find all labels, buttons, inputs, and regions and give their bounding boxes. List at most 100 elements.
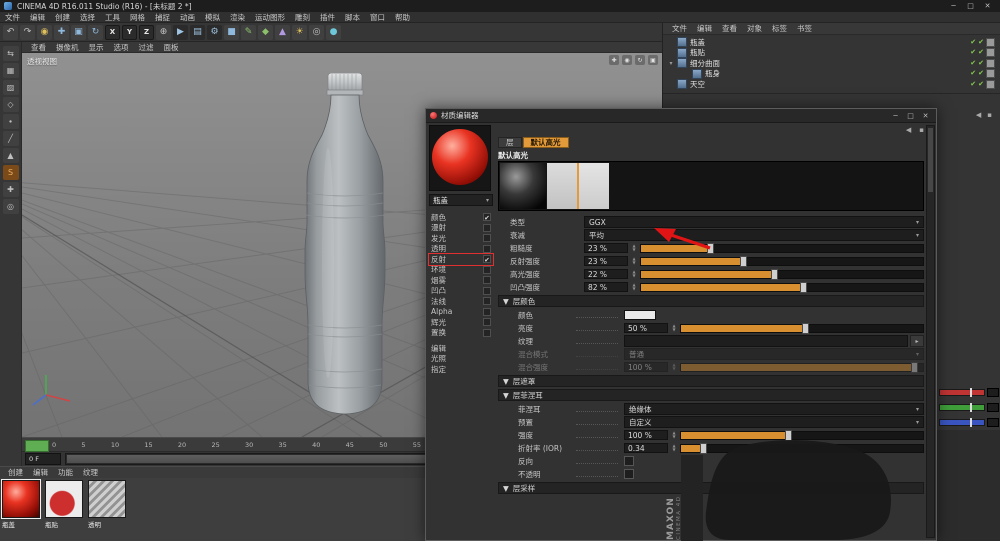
red-value-box[interactable] xyxy=(987,388,999,397)
channel-checkbox[interactable] xyxy=(483,224,491,232)
lock-icon[interactable]: ▪ xyxy=(987,111,992,119)
blue-value-box[interactable] xyxy=(987,418,999,427)
layer-mask-header[interactable]: ▼层遮罩 xyxy=(498,375,924,387)
texture-browse-button[interactable]: ▸ xyxy=(910,335,924,347)
channel-row[interactable]: 烟雾 xyxy=(429,275,493,286)
texture-tag-icon[interactable] xyxy=(986,38,995,47)
slider-track[interactable] xyxy=(640,257,924,266)
channel-checkbox[interactable] xyxy=(483,297,491,305)
menu-item[interactable]: 动画 xyxy=(175,12,200,23)
material-menu-item[interactable]: 创建 xyxy=(3,467,28,478)
stepper[interactable]: ▲▼ xyxy=(630,270,638,278)
object-menu-item[interactable]: 对象 xyxy=(742,23,767,34)
value-field[interactable]: 23 % xyxy=(584,243,628,253)
stepper[interactable]: ▲▼ xyxy=(670,324,678,332)
menu-item[interactable]: 捕捉 xyxy=(150,12,175,23)
channel-checkbox[interactable]: ✔ xyxy=(483,255,491,263)
material-preview-sphere[interactable] xyxy=(429,125,491,191)
type-dropdown[interactable]: GGX ▾ xyxy=(584,216,924,228)
value-field[interactable]: 82 % xyxy=(584,282,628,292)
slider-track[interactable] xyxy=(640,244,924,253)
object-menu-item[interactable]: 文件 xyxy=(667,23,692,34)
value-field[interactable]: 23 % xyxy=(584,256,628,266)
slider-knob[interactable] xyxy=(707,243,714,254)
render-settings-icon[interactable]: ⚙ xyxy=(207,25,222,40)
channel-checkbox[interactable] xyxy=(483,276,491,284)
make-editable-icon[interactable]: ⇆ xyxy=(3,46,19,61)
menu-item[interactable]: 网格 xyxy=(125,12,150,23)
brightness-track[interactable] xyxy=(680,324,924,333)
panel-lock-icon[interactable]: ▪ xyxy=(919,126,924,134)
object-row[interactable]: 天空 ✔ ✔ xyxy=(663,79,1000,90)
attenuation-dropdown[interactable]: 平均 ▾ xyxy=(584,229,924,241)
stepper[interactable]: ▲▼ xyxy=(630,244,638,252)
material-name-field[interactable]: 瓶盖 ▾ xyxy=(429,194,493,206)
material-item[interactable]: 透明 xyxy=(88,480,128,529)
render-picture-viewer-icon[interactable]: ▤ xyxy=(190,25,205,40)
render-check-icon[interactable]: ✔ xyxy=(978,49,984,56)
object-menu-item[interactable]: 编辑 xyxy=(692,23,717,34)
strength-track[interactable] xyxy=(680,431,924,440)
layer-fresnel-header[interactable]: ▼层菲涅耳 xyxy=(498,389,924,401)
viewport-menu-item[interactable]: 过滤 xyxy=(134,42,159,53)
enable-check-icon[interactable]: ✔ xyxy=(970,39,976,46)
material-menu-item[interactable]: 编辑 xyxy=(28,467,53,478)
viewport-menu-item[interactable]: 面板 xyxy=(159,42,184,53)
slider-track[interactable] xyxy=(640,270,924,279)
edges-mode-icon[interactable]: ╱ xyxy=(3,131,19,146)
rotate-view-icon[interactable]: ↻ xyxy=(635,55,645,65)
slider-knob[interactable] xyxy=(785,430,792,441)
menu-item[interactable]: 模拟 xyxy=(200,12,225,23)
brightness-field[interactable]: 50 % xyxy=(624,323,668,333)
value-field[interactable]: 22 % xyxy=(584,269,628,279)
menu-item[interactable]: 文件 xyxy=(0,12,25,23)
channel-row[interactable]: 辉光 xyxy=(429,317,493,328)
preset-dropdown[interactable]: 自定义 ▾ xyxy=(624,416,924,428)
menu-item[interactable]: 插件 xyxy=(315,12,340,23)
red-channel-bar[interactable] xyxy=(939,389,985,396)
channel-row[interactable]: 法线 xyxy=(429,296,493,307)
channel-checkbox[interactable] xyxy=(483,287,491,295)
channel-checkbox[interactable] xyxy=(483,308,491,316)
slider-knob[interactable] xyxy=(800,282,807,293)
green-value-box[interactable] xyxy=(987,403,999,412)
layer-preview-strip[interactable] xyxy=(498,161,924,211)
object-row[interactable]: 瓶盖 ✔ ✔ xyxy=(663,37,1000,48)
material-thumbnail[interactable] xyxy=(88,480,126,518)
scale-tool-icon[interactable]: ▣ xyxy=(71,25,86,40)
me-close-button[interactable]: ✕ xyxy=(919,111,932,120)
current-frame-marker[interactable] xyxy=(25,440,49,452)
add-deformer-icon[interactable]: ▲ xyxy=(275,25,290,40)
object-menu-item[interactable]: 书签 xyxy=(792,23,817,34)
slider-knob[interactable] xyxy=(700,443,707,454)
channel-row[interactable]: 透明 xyxy=(429,244,493,255)
stepper[interactable]: ▲▼ xyxy=(630,257,638,265)
enable-check-icon[interactable]: ✔ xyxy=(970,49,976,56)
menu-item[interactable]: 创建 xyxy=(50,12,75,23)
viewport-menu-item[interactable]: 查看 xyxy=(26,42,51,53)
expand-icon[interactable]: ▾ xyxy=(668,60,674,67)
material-menu-item[interactable]: 纹理 xyxy=(78,467,103,478)
material-editor-scrollbar[interactable] xyxy=(926,125,935,538)
rotate-tool-icon[interactable]: ↻ xyxy=(88,25,103,40)
channel-checkbox[interactable]: ✔ xyxy=(483,213,491,221)
channel-row[interactable]: 置换 xyxy=(429,328,493,339)
stepper[interactable]: ▲▼ xyxy=(670,444,678,452)
back-icon[interactable]: ◀ xyxy=(976,111,981,119)
viewport-menu-item[interactable]: 选项 xyxy=(109,42,134,53)
material-thumbnail[interactable] xyxy=(2,480,40,518)
channel-row[interactable]: 指定 xyxy=(429,364,493,375)
me-minimize-button[interactable]: ─ xyxy=(889,111,902,120)
channel-row[interactable]: 颜色 ✔ xyxy=(429,212,493,223)
menu-item[interactable]: 窗口 xyxy=(365,12,390,23)
redo-icon[interactable]: ↷ xyxy=(20,25,35,40)
maximize-button[interactable]: □ xyxy=(962,1,979,12)
channel-row[interactable]: 漫射 xyxy=(429,223,493,234)
material-menu-item[interactable]: 功能 xyxy=(53,467,78,478)
texture-tag-icon[interactable] xyxy=(986,59,995,68)
snap-icon[interactable]: ◎ xyxy=(3,199,19,214)
object-row[interactable]: ▾ 细分曲面 ✔ ✔ xyxy=(663,58,1000,69)
green-channel-bar[interactable] xyxy=(939,404,985,411)
render-check-icon[interactable]: ✔ xyxy=(978,81,984,88)
undo-icon[interactable]: ↶ xyxy=(3,25,18,40)
